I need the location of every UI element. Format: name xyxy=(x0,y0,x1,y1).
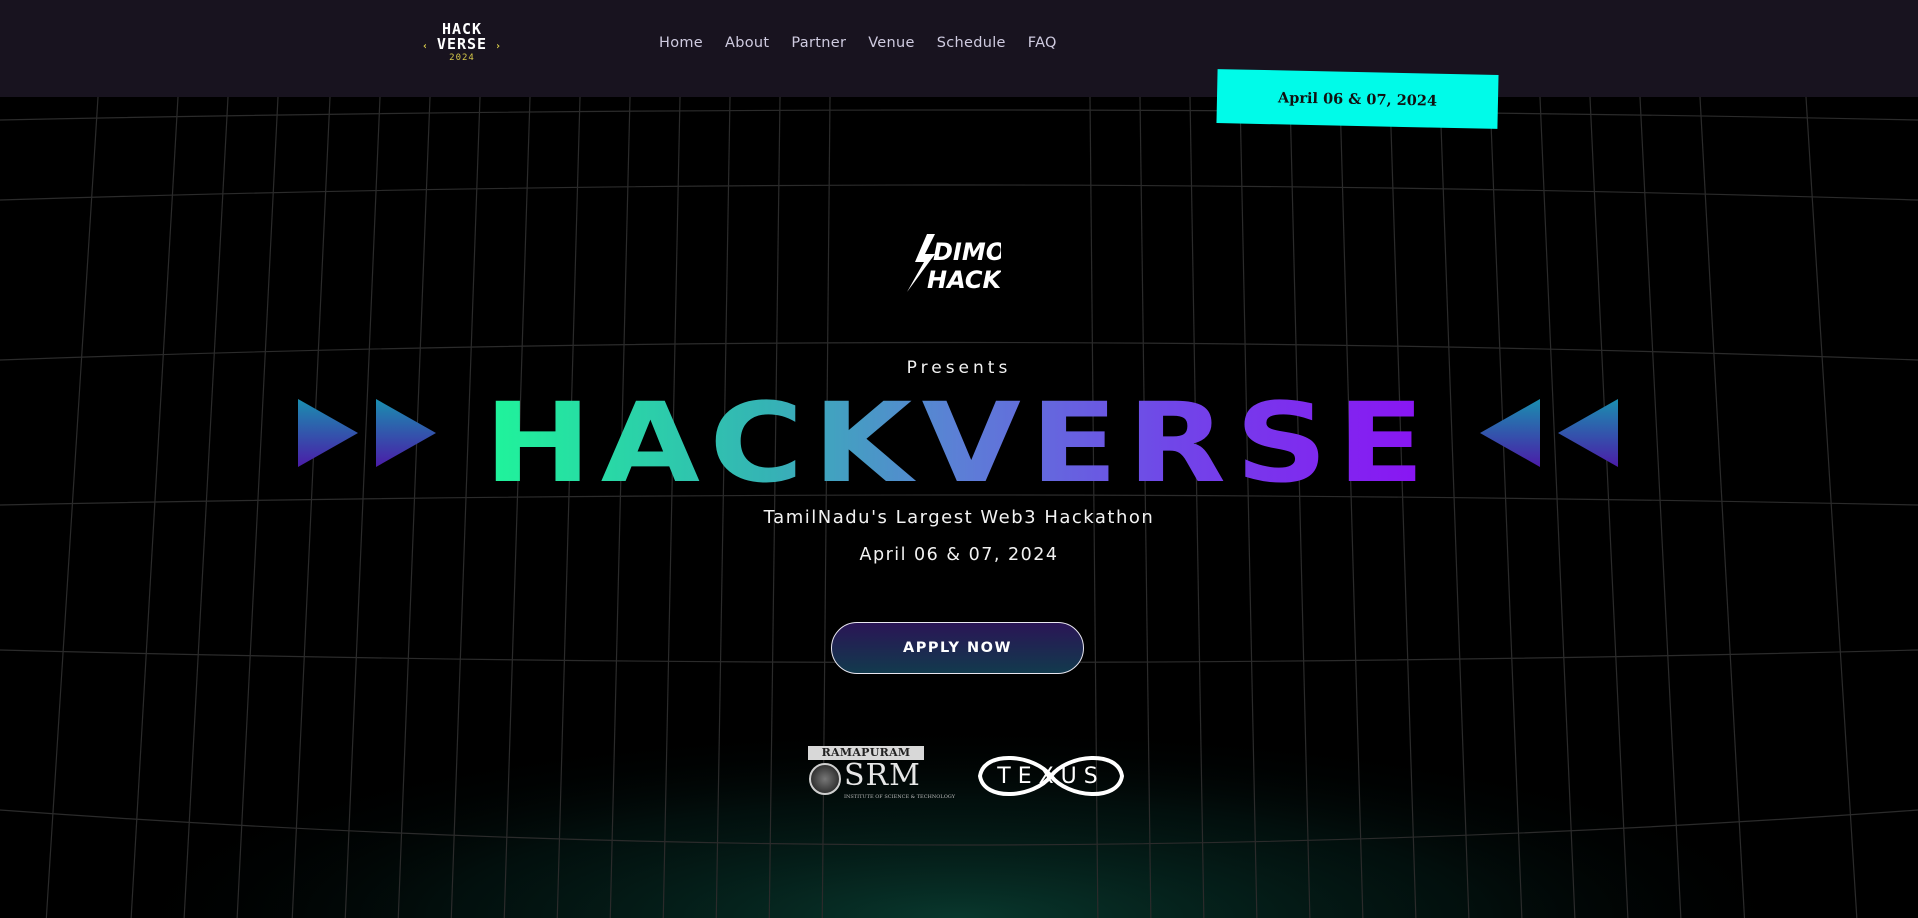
rewind-arrow-icon xyxy=(1480,399,1540,467)
title-text: HACKVERSE xyxy=(484,385,1434,495)
play-arrow-icon xyxy=(376,399,436,467)
site-header: HACK ‹ VERSE › 2024 Home About Partner V… xyxy=(0,0,1918,97)
texus-logo[interactable]: TEXUS xyxy=(976,748,1126,804)
main-nav: Home About Partner Venue Schedule FAQ xyxy=(659,35,1057,51)
presents-label: Presents xyxy=(906,358,1012,378)
dimohack-logo: DIMO HACK xyxy=(907,234,1001,294)
play-arrow-icon xyxy=(298,399,358,467)
dimohack-logo-line-2: HACK xyxy=(927,266,1001,294)
event-date-tag: April 06 & 07, 2024 xyxy=(1216,69,1499,129)
srm-subtitle: INSTITUTE OF SCIENCE & TECHNOLOGY xyxy=(844,794,955,800)
logo-left-chevron-icon: ‹ xyxy=(422,41,430,52)
srm-logo[interactable]: RAMAPURAM SRM INSTITUTE OF SCIENCE & TEC… xyxy=(808,746,955,806)
nav-home[interactable]: Home xyxy=(659,35,703,51)
logo-line-2: ‹ VERSE › xyxy=(422,35,502,53)
hero-tagline: TamilNadu's Largest Web3 Hackathon xyxy=(763,507,1155,528)
nav-partner[interactable]: Partner xyxy=(791,35,846,51)
texus-name: TEXUS xyxy=(997,763,1105,789)
nav-about[interactable]: About xyxy=(725,35,769,51)
hackverse-logo[interactable]: HACK ‹ VERSE › 2024 xyxy=(422,22,502,68)
logo-year: 2024 xyxy=(449,53,475,63)
srm-seal-icon xyxy=(809,763,841,795)
nav-schedule[interactable]: Schedule xyxy=(937,35,1006,51)
rewind-arrow-icon xyxy=(1558,399,1618,467)
logo-line-2-text: VERSE xyxy=(436,35,488,53)
left-arrows-decoration xyxy=(298,399,436,467)
hackverse-title: HACKVERSE xyxy=(484,385,1434,495)
right-arrows-decoration xyxy=(1480,399,1618,467)
logo-right-chevron-icon: › xyxy=(494,41,502,52)
srm-name: SRM xyxy=(844,758,921,793)
event-date-tag-text: April 06 & 07, 2024 xyxy=(1277,88,1438,110)
apply-now-label: APPLY NOW xyxy=(903,640,1012,656)
partner-logos: RAMAPURAM SRM INSTITUTE OF SCIENCE & TEC… xyxy=(808,745,1126,807)
nav-venue[interactable]: Venue xyxy=(868,35,915,51)
hero-date: April 06 & 07, 2024 xyxy=(859,545,1059,565)
dimohack-logo-line-1: DIMO xyxy=(933,238,1001,266)
apply-now-button[interactable]: APPLY NOW xyxy=(831,622,1084,674)
nav-faq[interactable]: FAQ xyxy=(1028,35,1057,51)
